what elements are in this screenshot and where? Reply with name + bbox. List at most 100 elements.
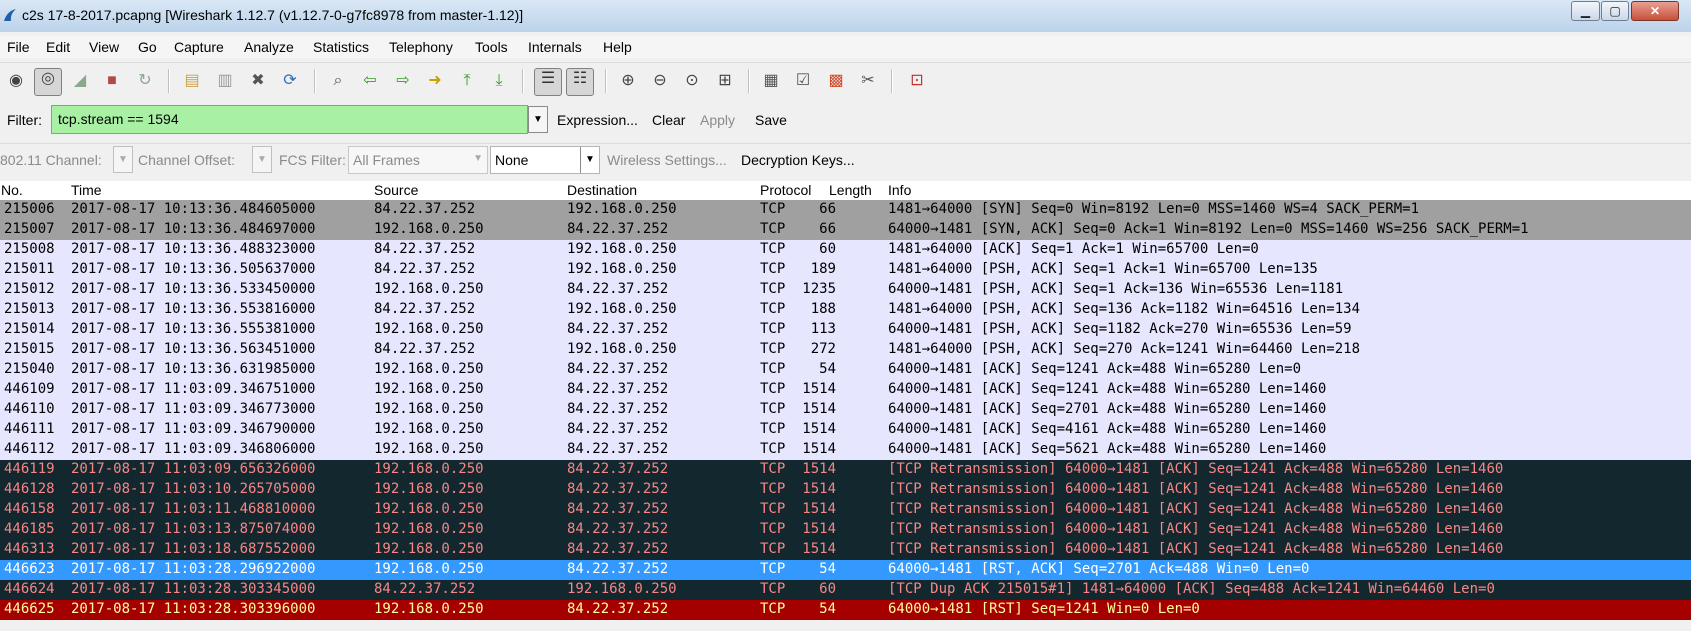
save-filter-button[interactable]: Save [755, 112, 787, 128]
normal-size-icon[interactable]: ⊙ [681, 70, 703, 92]
cell-protocol: TCP [760, 321, 786, 337]
find-packet-icon[interactable]: ⌕ [327, 70, 349, 92]
column-protocol[interactable]: Protocol [760, 182, 811, 198]
coloring-rules-icon[interactable]: ▩ [825, 70, 847, 92]
packet-row[interactable]: 446112 2017-08-17 11:03:09.346806000 192.1… [0, 440, 1691, 460]
cell-destination: 84.22.37.252 [567, 361, 669, 377]
zoom-in-icon[interactable]: ⊕ [617, 70, 639, 92]
packet-row[interactable]: 446111 2017-08-17 11:03:09.346790000 192.1… [0, 420, 1691, 440]
cell-info: 64000→1481 [PSH, ACK] Seq=1182 Ack=270 W… [888, 321, 1352, 337]
column-length[interactable]: Length [829, 182, 872, 198]
packet-row[interactable]: 446623 2017-08-17 11:03:28.296922000 192.1… [0, 560, 1691, 580]
cell-time: 2017-08-17 11:03:11.468810000 [71, 501, 316, 517]
interfaces-icon[interactable]: ◉ [5, 70, 27, 92]
auto-scroll-icon[interactable]: ☷ [566, 68, 594, 96]
save-file-icon[interactable]: ▥ [214, 70, 236, 92]
packet-row[interactable]: 215012 2017-08-17 10:13:36.533450000 192.1… [0, 280, 1691, 300]
column-time[interactable]: Time [71, 182, 102, 198]
toolbar-separator [168, 69, 170, 93]
menu-internals[interactable]: Internals [528, 39, 582, 55]
channel-offset-dropdown[interactable]: ▼ [252, 146, 272, 173]
menu-file[interactable]: File [7, 39, 30, 55]
menu-go[interactable]: Go [138, 39, 157, 55]
open-file-icon[interactable]: ▤ [181, 70, 203, 92]
packet-row[interactable]: 215006 2017-08-17 10:13:36.484605000 84.22… [0, 200, 1691, 220]
capture-filters-icon[interactable]: ▦ [760, 70, 782, 92]
packet-row[interactable]: 446128 2017-08-17 11:03:10.265705000 192.1… [0, 480, 1691, 500]
resize-columns-icon[interactable]: ⊞ [714, 70, 736, 92]
capture-options-icon[interactable]: ◎ [34, 68, 62, 96]
packet-row[interactable]: 446625 2017-08-17 11:03:28.303396000 192.1… [0, 600, 1691, 620]
packet-row[interactable]: 446624 2017-08-17 11:03:28.303345000 84.22… [0, 580, 1691, 600]
decryption-mode-select[interactable]: None ▼ [490, 146, 600, 174]
packet-row[interactable]: 215007 2017-08-17 10:13:36.484697000 192.1… [0, 220, 1691, 240]
menu-telephony[interactable]: Telephony [389, 39, 453, 55]
cell-protocol: TCP [760, 461, 786, 477]
column-source[interactable]: Source [374, 182, 418, 198]
filter-history-dropdown[interactable]: ▼ [528, 106, 548, 133]
menu-tools[interactable]: Tools [475, 39, 508, 55]
title-bar: c2s 17-8-2017.pcapng [Wireshark 1.12.7 (… [0, 0, 1691, 32]
menu-edit[interactable]: Edit [46, 39, 70, 55]
menu-view[interactable]: View [89, 39, 119, 55]
colorize-icon[interactable]: ☰ [534, 68, 562, 96]
maximize-button[interactable]: ▢ [1601, 1, 1629, 21]
cell-no: 215013 [4, 301, 55, 317]
preferences-icon[interactable]: ✂ [857, 70, 879, 92]
wireless-settings-button[interactable]: Wireless Settings... [607, 152, 727, 168]
apply-button[interactable]: Apply [700, 112, 735, 128]
fcs-filter-select[interactable]: All Frames ▼ [348, 146, 488, 174]
packet-row[interactable]: 446109 2017-08-17 11:03:09.346751000 192.1… [0, 380, 1691, 400]
chevron-down-icon: ▼ [118, 154, 128, 165]
packet-row[interactable]: 215040 2017-08-17 10:13:36.631985000 192.1… [0, 360, 1691, 380]
help-icon[interactable]: ⊡ [906, 70, 928, 92]
channel-dropdown[interactable]: ▼ [113, 146, 133, 173]
first-packet-icon[interactable]: ⤒ [456, 70, 478, 92]
packet-row[interactable]: 446313 2017-08-17 11:03:18.687552000 192.1… [0, 540, 1691, 560]
cell-length: 1514 [802, 461, 836, 477]
start-capture-icon[interactable]: ◢ [69, 70, 91, 92]
packet-row[interactable]: 215008 2017-08-17 10:13:36.488323000 84.22… [0, 240, 1691, 260]
cell-time: 2017-08-17 10:13:36.505637000 [71, 261, 316, 277]
menu-capture[interactable]: Capture [174, 39, 224, 55]
packet-row[interactable]: 446110 2017-08-17 11:03:09.346773000 192.1… [0, 400, 1691, 420]
minimize-button[interactable]: ▁ [1571, 1, 1600, 21]
go-to-packet-icon[interactable]: ➜ [424, 70, 446, 92]
packet-row[interactable]: 215013 2017-08-17 10:13:36.553816000 84.22… [0, 300, 1691, 320]
decryption-keys-button[interactable]: Decryption Keys... [741, 152, 855, 168]
menu-analyze[interactable]: Analyze [244, 39, 294, 55]
stop-capture-icon[interactable]: ■ [101, 70, 123, 92]
display-filter-input[interactable]: tcp.stream == 1594 [51, 105, 528, 134]
packet-row[interactable]: 446119 2017-08-17 11:03:09.656326000 192.1… [0, 460, 1691, 480]
packet-row[interactable]: 215014 2017-08-17 10:13:36.555381000 192.1… [0, 320, 1691, 340]
cell-time: 2017-08-17 11:03:28.303396000 [71, 601, 316, 617]
packet-row[interactable]: 215011 2017-08-17 10:13:36.505637000 84.22… [0, 260, 1691, 280]
zoom-out-icon[interactable]: ⊖ [649, 70, 671, 92]
expression-button[interactable]: Expression... [557, 112, 638, 128]
display-filters-icon[interactable]: ☑ [792, 70, 814, 92]
go-forward-icon[interactable]: ⇨ [392, 70, 414, 92]
packet-row[interactable]: 446185 2017-08-17 11:03:13.875074000 192.1… [0, 520, 1691, 540]
cell-length: 1514 [802, 401, 836, 417]
packet-row[interactable]: 215015 2017-08-17 10:13:36.563451000 84.22… [0, 340, 1691, 360]
close-file-icon[interactable]: ✖ [247, 70, 269, 92]
menu-help[interactable]: Help [603, 39, 632, 55]
column-no[interactable]: No. [1, 182, 23, 198]
menu-statistics[interactable]: Statistics [313, 39, 369, 55]
cell-info: 64000→1481 [ACK] Seq=4161 Ack=488 Win=65… [888, 421, 1327, 437]
go-back-icon[interactable]: ⇦ [359, 70, 381, 92]
restart-capture-icon[interactable]: ↻ [134, 70, 156, 92]
packet-row[interactable]: 446158 2017-08-17 11:03:11.468810000 192.1… [0, 500, 1691, 520]
clear-button[interactable]: Clear [652, 112, 685, 128]
close-button[interactable]: ✕ [1631, 1, 1679, 21]
column-info[interactable]: Info [888, 182, 911, 198]
reload-icon[interactable]: ⟳ [279, 70, 301, 92]
cell-destination: 192.168.0.250 [567, 581, 677, 597]
cell-length: 272 [810, 341, 836, 357]
column-destination[interactable]: Destination [567, 182, 637, 198]
close-icon: ✕ [1649, 4, 1661, 18]
cell-length: 188 [810, 301, 836, 317]
cell-source: 192.168.0.250 [374, 381, 484, 397]
cell-length: 1514 [802, 481, 836, 497]
last-packet-icon[interactable]: ⤓ [488, 70, 510, 92]
